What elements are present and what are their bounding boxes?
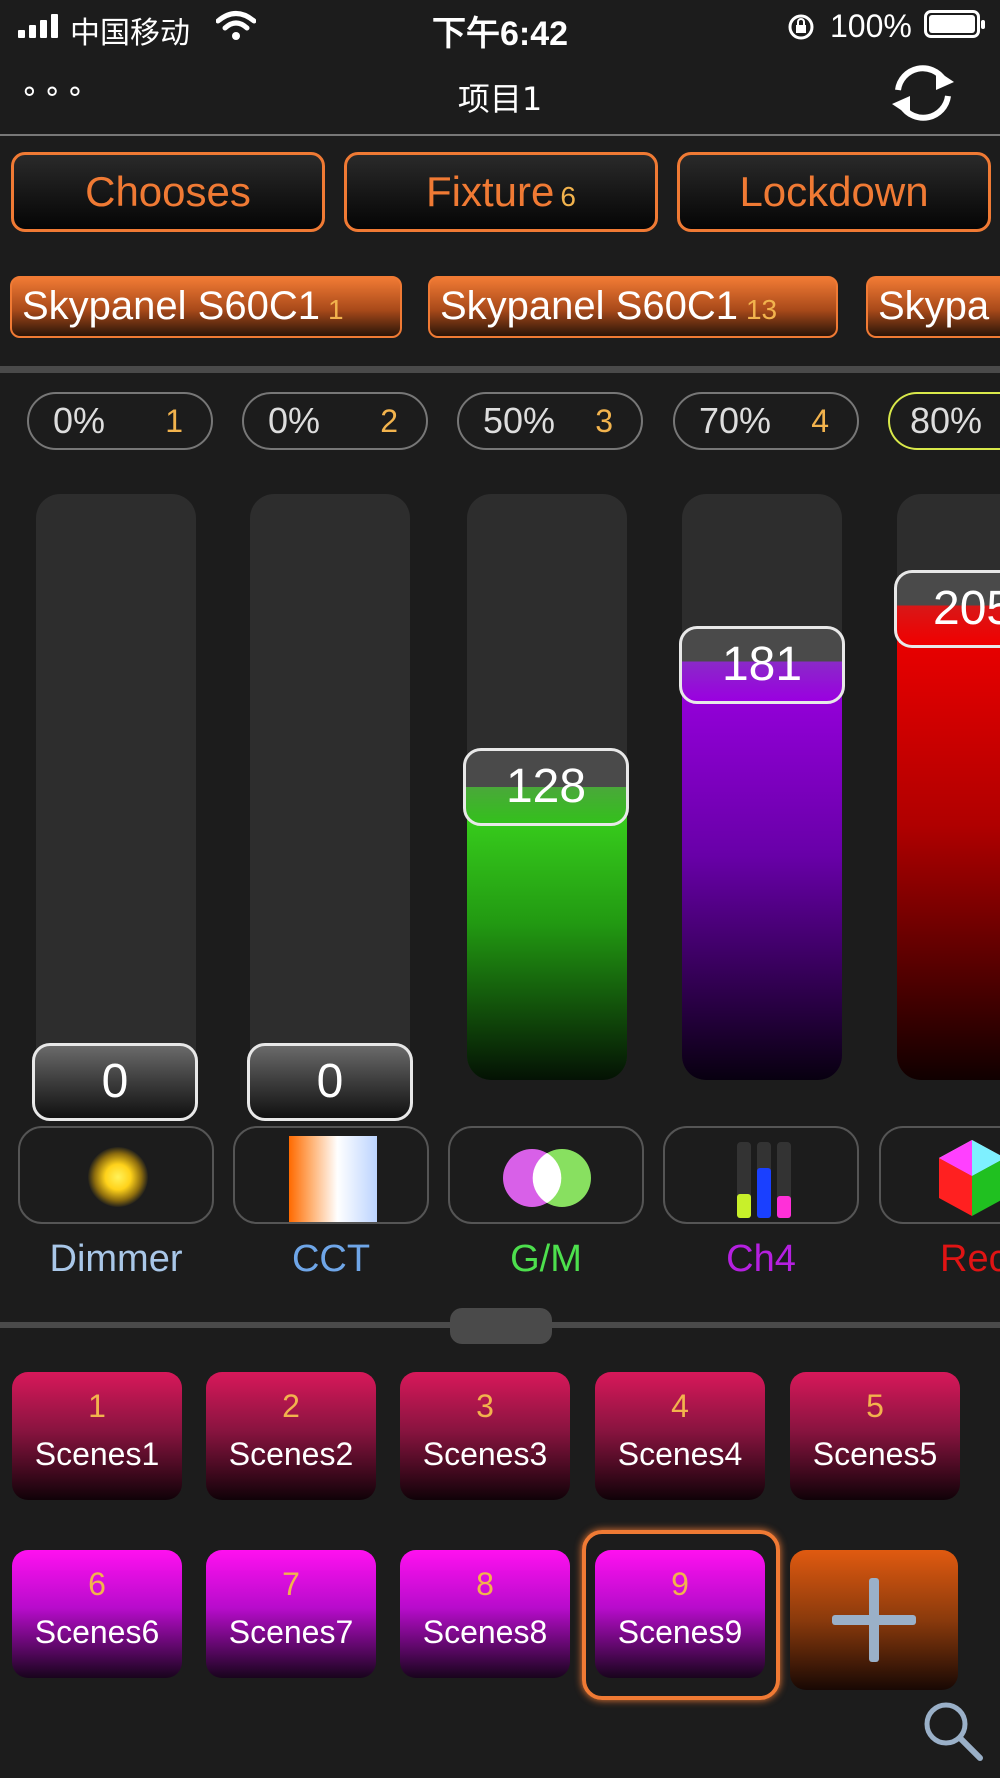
fixture-chip[interactable]: Skypanel S60C1 13 bbox=[428, 276, 838, 338]
fader-value: 205 bbox=[933, 582, 1000, 635]
scene-button[interactable]: 6 Scenes6 bbox=[12, 1550, 182, 1678]
scene-button[interactable]: 1 Scenes1 bbox=[12, 1372, 182, 1500]
scene-number: 9 bbox=[671, 1566, 689, 1602]
fader-value-knob[interactable]: 128 bbox=[463, 748, 629, 826]
scene-button[interactable]: 3 Scenes3 bbox=[400, 1372, 570, 1500]
scene-number: 5 bbox=[866, 1388, 884, 1424]
channel-percent: 80% bbox=[910, 400, 983, 441]
battery-icon bbox=[924, 10, 985, 38]
red-icon-box[interactable] bbox=[879, 1126, 1000, 1224]
scene-button-selected[interactable]: 9 Scenes9 bbox=[595, 1550, 765, 1678]
channel-label: Dimmer bbox=[49, 1238, 183, 1280]
scene-number: 1 bbox=[88, 1388, 106, 1424]
channel-percent-pill[interactable]: 70% 4 bbox=[673, 392, 859, 450]
scene-number: 3 bbox=[476, 1388, 494, 1424]
lockdown-label: Lockdown bbox=[739, 168, 929, 215]
scene-number: 8 bbox=[476, 1566, 494, 1602]
drawer-handle[interactable] bbox=[450, 1308, 552, 1344]
scene-label: Scenes3 bbox=[422, 1436, 548, 1472]
fader-value-knob[interactable]: 205 bbox=[894, 570, 1000, 648]
dimmer-icon-box[interactable] bbox=[18, 1126, 214, 1224]
red-fader-fill bbox=[897, 616, 1000, 1080]
channel-percent-pill[interactable]: 50% 3 bbox=[457, 392, 643, 450]
green-magenta-icon bbox=[503, 1149, 591, 1207]
color-cube-icon bbox=[939, 1140, 1000, 1216]
search-icon[interactable] bbox=[922, 1700, 984, 1762]
fader-value: 181 bbox=[721, 638, 803, 691]
channel-percent-pill[interactable]: 0% 2 bbox=[242, 392, 428, 450]
gm-fader-fill bbox=[467, 794, 627, 1080]
fader-value-knob[interactable]: 0 bbox=[32, 1043, 198, 1121]
channel-number: 3 bbox=[595, 403, 613, 439]
project-title: 项目1 bbox=[457, 80, 543, 118]
scene-label: Scenes9 bbox=[617, 1614, 743, 1650]
add-scene-button[interactable] bbox=[790, 1550, 958, 1690]
scene-button[interactable]: 7 Scenes7 bbox=[206, 1550, 376, 1678]
chooses-label: Chooses bbox=[85, 168, 251, 215]
fixture-chip-number: 1 bbox=[327, 294, 344, 325]
fader-value-knob[interactable]: 0 bbox=[247, 1043, 413, 1121]
scene-label: Scenes8 bbox=[422, 1614, 548, 1650]
channel-percent: 0% bbox=[53, 400, 106, 441]
section-divider bbox=[0, 366, 1000, 373]
dimmer-fader-track[interactable] bbox=[36, 494, 196, 1080]
add-icon bbox=[832, 1578, 916, 1662]
channel-label: CCT bbox=[291, 1238, 371, 1280]
scene-button[interactable]: 5 Scenes5 bbox=[790, 1372, 960, 1500]
lockdown-button[interactable]: Lockdown bbox=[677, 152, 991, 232]
fader-value: 128 bbox=[505, 760, 587, 813]
channel-label: G/M bbox=[510, 1238, 582, 1280]
scene-label: Scenes2 bbox=[228, 1436, 354, 1472]
sun-icon bbox=[88, 1147, 148, 1207]
fixture-chip-name: Skypanel S60C1 bbox=[22, 284, 320, 328]
nav-bar: ∘∘∘ 项目1 bbox=[0, 52, 1000, 136]
channel-percent: 70% bbox=[699, 400, 772, 441]
channel-bars-icon bbox=[737, 1142, 791, 1218]
fixture-chip[interactable]: Skypanel S60C1 1 bbox=[10, 276, 402, 338]
fixture-button[interactable]: Fixture 6 bbox=[344, 152, 658, 232]
channel-percent-pill[interactable]: 80% bbox=[888, 392, 1000, 450]
scene-number: 7 bbox=[282, 1566, 300, 1602]
cct-icon-box[interactable] bbox=[233, 1126, 429, 1224]
scene-button[interactable]: 8 Scenes8 bbox=[400, 1550, 570, 1678]
battery-percent: 100% bbox=[830, 8, 912, 44]
fixture-chip[interactable]: Skypa bbox=[866, 276, 1000, 338]
chooses-button[interactable]: Chooses bbox=[11, 152, 325, 232]
fader-value: 0 bbox=[316, 1055, 344, 1108]
channel-number: 1 bbox=[165, 403, 183, 439]
status-bar: 中国移动 下午6:42 100% bbox=[0, 0, 1000, 53]
scene-label: Scenes1 bbox=[34, 1436, 160, 1472]
scene-label: Scenes6 bbox=[34, 1614, 160, 1650]
scene-label: Scenes7 bbox=[228, 1614, 354, 1650]
gm-icon-box[interactable] bbox=[448, 1126, 644, 1224]
scene-label: Scenes5 bbox=[812, 1436, 938, 1472]
ch4-icon-box[interactable] bbox=[663, 1126, 859, 1224]
scene-number: 2 bbox=[282, 1388, 300, 1424]
fader-value-knob[interactable]: 181 bbox=[679, 626, 845, 704]
channel-percent: 0% bbox=[268, 400, 321, 441]
cct-fader-track[interactable] bbox=[250, 494, 410, 1080]
channel-label: Ch4 bbox=[726, 1238, 796, 1280]
channel-label: Rec bbox=[940, 1238, 1000, 1280]
channel-number: 4 bbox=[811, 403, 829, 439]
fixture-chip-name: Skypanel S60C1 bbox=[440, 284, 738, 328]
rotation-lock-icon bbox=[788, 14, 814, 40]
fixture-chip-name: Skypa bbox=[878, 284, 990, 328]
channel-number: 2 bbox=[380, 403, 398, 439]
cct-gradient-icon bbox=[289, 1136, 377, 1222]
ch4-fader-track[interactable] bbox=[682, 494, 842, 1080]
sync-icon[interactable] bbox=[884, 60, 962, 126]
fixture-count: 6 bbox=[560, 181, 576, 212]
channel-percent: 50% bbox=[483, 400, 556, 441]
scene-number: 6 bbox=[88, 1566, 106, 1602]
channel-percent-pill[interactable]: 0% 1 bbox=[27, 392, 213, 450]
scene-button[interactable]: 2 Scenes2 bbox=[206, 1372, 376, 1500]
scene-number: 4 bbox=[671, 1388, 689, 1424]
fader-value: 0 bbox=[101, 1055, 129, 1108]
scene-button[interactable]: 4 Scenes4 bbox=[595, 1372, 765, 1500]
fixture-chip-number: 13 bbox=[745, 294, 778, 325]
ch4-fader-fill bbox=[682, 672, 842, 1080]
scene-label: Scenes4 bbox=[617, 1436, 743, 1472]
fixture-label: Fixture bbox=[426, 168, 555, 215]
